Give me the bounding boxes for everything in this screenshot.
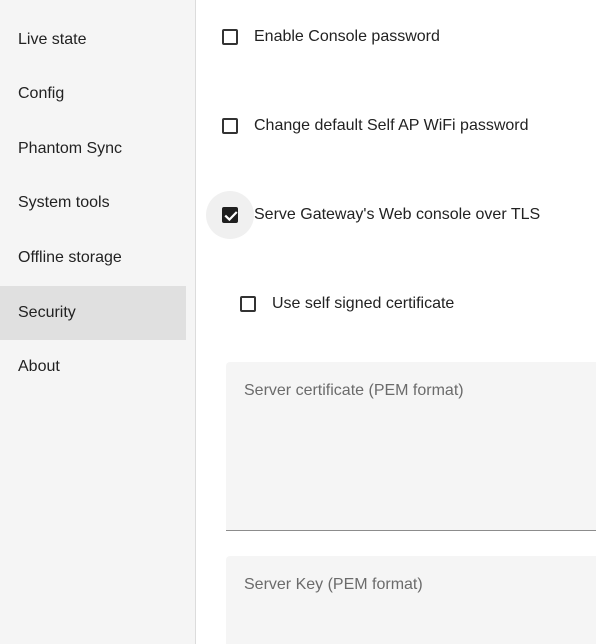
sidebar-item-label: System tools (18, 194, 110, 211)
sidebar-item-security[interactable]: Security (0, 286, 186, 340)
server-key-field[interactable]: Server Key (PEM format) (226, 556, 596, 644)
checkbox-unchecked-icon (240, 296, 256, 312)
server-certificate-field[interactable]: Server certificate (PEM format) (226, 362, 596, 531)
serve-tls-label: Serve Gateway's Web console over TLS (254, 206, 541, 223)
sidebar-item-label: Security (18, 304, 76, 321)
sidebar-nav: Live state Config Phantom Sync System to… (0, 0, 196, 644)
sidebar-item-system-tools[interactable]: System tools (0, 176, 186, 230)
sidebar-item-phantom-sync[interactable]: Phantom Sync (0, 122, 186, 176)
enable-console-password-checkbox[interactable] (220, 27, 240, 47)
self-signed-certificate-checkbox[interactable] (238, 294, 258, 314)
sidebar-item-label: Live state (18, 31, 87, 48)
checkbox-unchecked-icon (222, 29, 238, 45)
enable-console-password-option[interactable]: Enable Console password (220, 27, 440, 47)
sidebar-item-label: Offline storage (18, 249, 122, 266)
self-signed-certificate-label: Use self signed certificate (272, 295, 455, 312)
sidebar-item-about[interactable]: About (0, 340, 186, 394)
checkbox-checked-icon (222, 207, 238, 223)
checkmark-icon (224, 211, 238, 222)
change-ap-password-checkbox[interactable] (220, 116, 240, 136)
security-settings-panel: Enable Console password Change default S… (196, 0, 596, 644)
settings-window: Live state Config Phantom Sync System to… (0, 0, 596, 644)
server-certificate-placeholder: Server certificate (PEM format) (244, 382, 464, 399)
server-key-placeholder: Server Key (PEM format) (244, 576, 423, 593)
sidebar-item-label: About (18, 358, 60, 375)
enable-console-password-label: Enable Console password (254, 28, 440, 45)
self-signed-certificate-option[interactable]: Use self signed certificate (238, 294, 454, 314)
sidebar-item-label: Phantom Sync (18, 140, 123, 157)
serve-tls-checkbox[interactable] (206, 191, 254, 239)
sidebar-item-label: Config (18, 85, 65, 102)
checkbox-unchecked-icon (222, 118, 238, 134)
sidebar-item-offline-storage[interactable]: Offline storage (0, 231, 186, 285)
change-ap-password-label: Change default Self AP WiFi password (254, 117, 529, 134)
serve-tls-option[interactable]: Serve Gateway's Web console over TLS (206, 191, 541, 239)
sidebar-item-live-state[interactable]: Live state (0, 13, 186, 67)
sidebar-item-config[interactable]: Config (0, 67, 186, 121)
change-ap-password-option[interactable]: Change default Self AP WiFi password (220, 116, 529, 136)
